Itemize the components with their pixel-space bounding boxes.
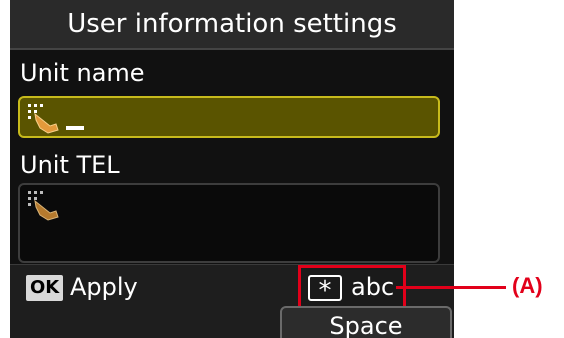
touch-hand-icon [28,191,59,221]
touch-hand-icon [28,104,59,134]
text-cursor [66,126,84,130]
printer-lcd-screen: User information settings Unit name Unit… [10,0,454,338]
input-mode-label: abc [351,273,395,301]
input-mode-indicator[interactable]: * abc [298,265,406,309]
unit-tel-field[interactable] [18,183,440,263]
unit-name-label: Unit name [20,59,145,87]
screen-title: User information settings [10,0,454,50]
unit-tel-label: Unit TEL [20,151,120,179]
unit-name-field[interactable] [18,96,440,138]
callout-label-a: (A) [512,273,543,298]
asterisk-key-icon: * [308,275,342,305]
ok-key-icon[interactable]: OK [26,275,64,301]
apply-label: Apply [70,273,138,301]
space-button[interactable]: Space [280,306,452,338]
callout-line [396,286,506,289]
